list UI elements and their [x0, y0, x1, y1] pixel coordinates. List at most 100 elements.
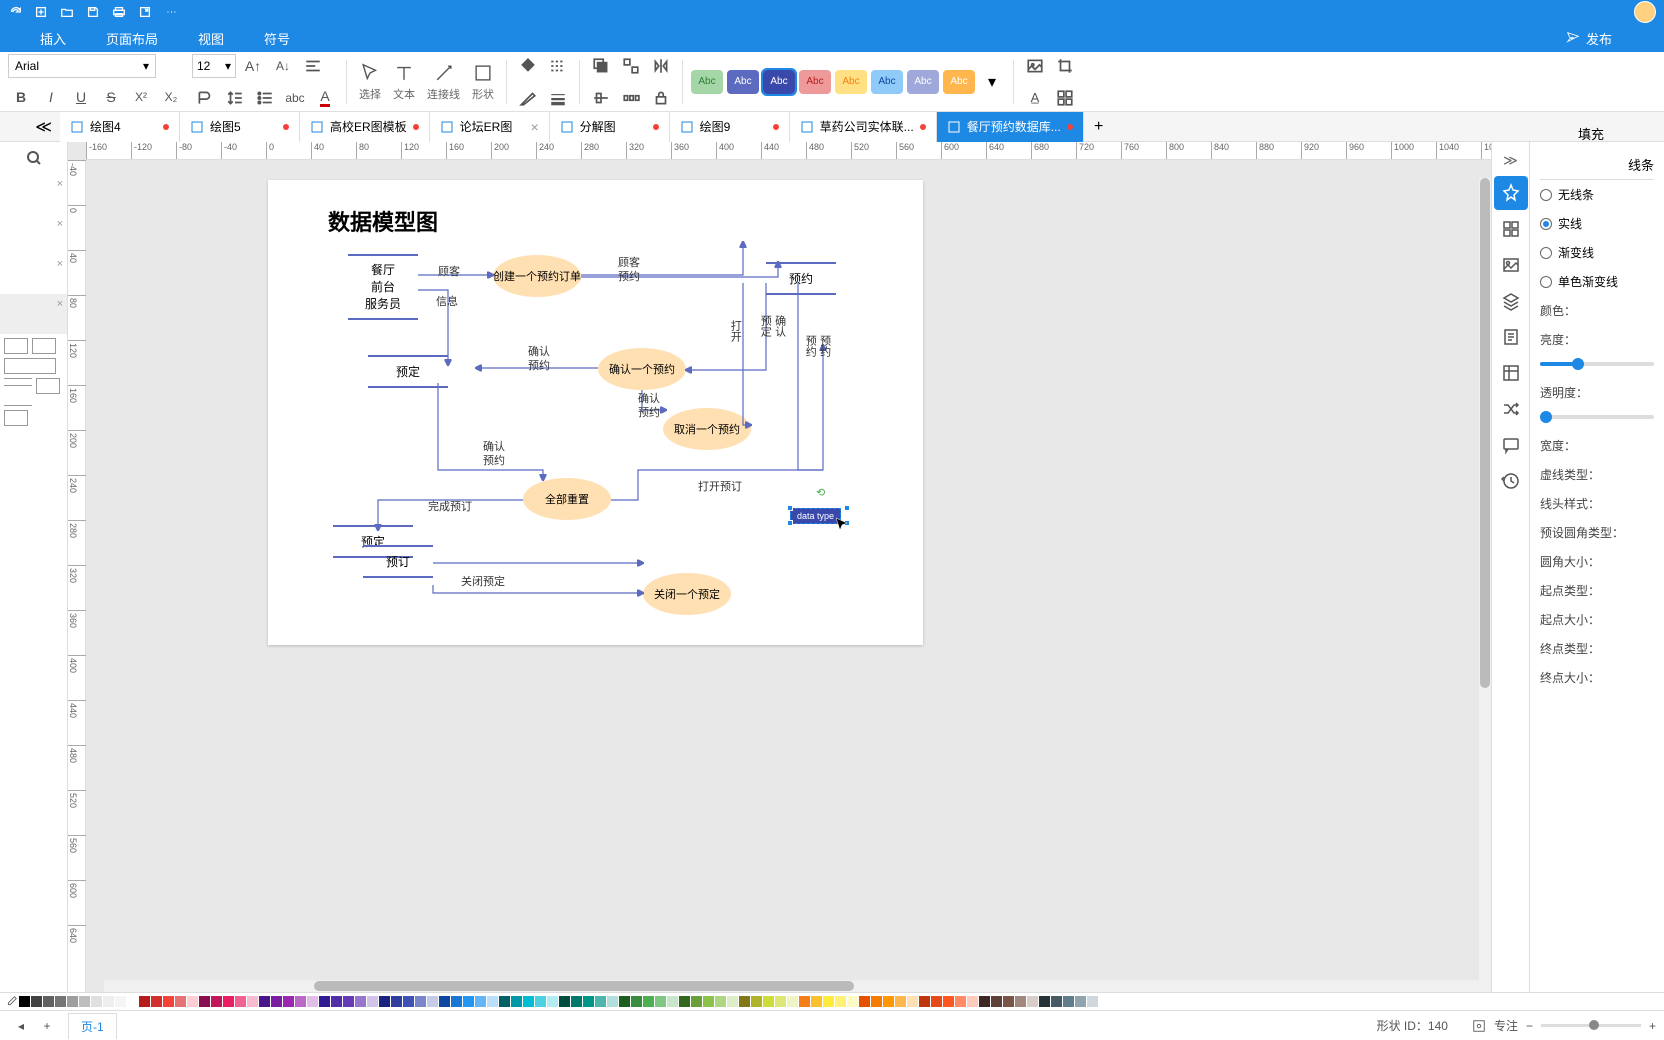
color-swatch[interactable]: [115, 996, 126, 1007]
color-swatch[interactable]: [499, 996, 510, 1007]
color-swatch[interactable]: [967, 996, 978, 1007]
style-swatch[interactable]: Abc: [943, 70, 975, 94]
color-swatch[interactable]: [331, 996, 342, 1007]
color-swatch[interactable]: [559, 996, 570, 1007]
color-swatch[interactable]: [235, 996, 246, 1007]
document-tab[interactable]: 高校ER图模板: [300, 112, 430, 142]
color-swatch[interactable]: [295, 996, 306, 1007]
comment-tool-icon[interactable]: [1494, 428, 1528, 462]
document-tab[interactable]: 论坛ER图×: [430, 112, 550, 142]
layers-tool-icon[interactable]: [1494, 284, 1528, 318]
document-tab[interactable]: 绘图5: [180, 112, 300, 142]
layout-icon[interactable]: [1052, 85, 1078, 111]
shape-rect[interactable]: [4, 358, 56, 374]
color-swatch[interactable]: [1015, 996, 1026, 1007]
color-swatch[interactable]: [403, 996, 414, 1007]
zoom-out-icon[interactable]: −: [1526, 1019, 1533, 1033]
shape-rect[interactable]: [4, 410, 28, 426]
color-swatch[interactable]: [919, 996, 930, 1007]
radio-no-line[interactable]: 无线条: [1540, 180, 1654, 209]
color-swatch[interactable]: [595, 996, 606, 1007]
history-tool-icon[interactable]: [1494, 464, 1528, 498]
color-swatch[interactable]: [631, 996, 642, 1007]
resize-handle[interactable]: [787, 505, 793, 511]
color-swatch[interactable]: [943, 996, 954, 1007]
color-swatch[interactable]: [415, 996, 426, 1007]
image-tool-icon[interactable]: [1494, 248, 1528, 282]
font-color-icon[interactable]: A: [312, 85, 338, 111]
superscript-icon[interactable]: X²: [128, 84, 154, 110]
color-swatch[interactable]: [1039, 996, 1050, 1007]
distribute-icon[interactable]: [618, 85, 644, 111]
color-swatch[interactable]: [151, 996, 162, 1007]
style-swatch[interactable]: Abc: [835, 70, 867, 94]
color-swatch[interactable]: [67, 996, 78, 1007]
add-page-icon[interactable]: +: [34, 1013, 60, 1039]
menu-insert[interactable]: 插入: [40, 29, 66, 48]
color-swatch[interactable]: [355, 996, 366, 1007]
color-swatch[interactable]: [91, 996, 102, 1007]
document-tab[interactable]: 绘图9: [670, 112, 790, 142]
color-swatch[interactable]: [703, 996, 714, 1007]
color-swatch[interactable]: [691, 996, 702, 1007]
expand-panel-icon[interactable]: ≫: [1503, 146, 1518, 174]
color-swatch[interactable]: [139, 996, 150, 1007]
color-swatch[interactable]: [859, 996, 870, 1007]
redo-icon[interactable]: [8, 5, 22, 19]
color-swatch[interactable]: [547, 996, 558, 1007]
color-swatch[interactable]: [583, 996, 594, 1007]
align-objects-icon[interactable]: [588, 85, 614, 111]
select-tool[interactable]: 选择: [355, 62, 385, 102]
color-swatch[interactable]: [211, 996, 222, 1007]
color-swatch[interactable]: [247, 996, 258, 1007]
color-swatch[interactable]: [835, 996, 846, 1007]
color-swatch[interactable]: [679, 996, 690, 1007]
lock-icon[interactable]: [648, 85, 674, 111]
color-swatch[interactable]: [271, 996, 282, 1007]
user-avatar[interactable]: [1634, 1, 1656, 23]
save-icon[interactable]: [86, 5, 100, 19]
zoom-slider[interactable]: [1541, 1024, 1641, 1027]
size-select[interactable]: 12▾: [192, 54, 236, 78]
focus-label[interactable]: 专注: [1494, 1017, 1518, 1034]
color-swatch[interactable]: [511, 996, 522, 1007]
color-swatch[interactable]: [763, 996, 774, 1007]
color-swatch[interactable]: [283, 996, 294, 1007]
color-swatch[interactable]: [931, 996, 942, 1007]
shape-tool[interactable]: 形状: [468, 62, 498, 102]
horizontal-scrollbar[interactable]: [104, 980, 1491, 992]
subscript-icon[interactable]: X₂: [158, 84, 184, 110]
page-tool-icon[interactable]: [1494, 320, 1528, 354]
zoom-in-icon[interactable]: +: [1649, 1019, 1656, 1033]
color-swatch[interactable]: [823, 996, 834, 1007]
export-icon[interactable]: [138, 5, 152, 19]
color-swatch[interactable]: [439, 996, 450, 1007]
selected-shape[interactable]: data type: [790, 508, 841, 524]
prop-tab-line[interactable]: 线条: [1628, 150, 1654, 179]
shape-entity[interactable]: [4, 378, 32, 406]
font-select[interactable]: Arial▾: [8, 54, 156, 78]
color-swatch[interactable]: [1075, 996, 1086, 1007]
style-swatch[interactable]: Abc: [691, 70, 723, 94]
color-swatch[interactable]: [571, 996, 582, 1007]
color-swatch[interactable]: [475, 996, 486, 1007]
radio-solid[interactable]: 实线: [1540, 209, 1654, 238]
menu-symbol[interactable]: 符号: [264, 29, 290, 48]
color-swatch[interactable]: [163, 996, 174, 1007]
resize-handle[interactable]: [844, 520, 850, 526]
format-tool-icon[interactable]: [1494, 176, 1528, 210]
color-swatch[interactable]: [379, 996, 390, 1007]
group-icon[interactable]: [618, 53, 644, 79]
style-swatch[interactable]: Abc: [799, 70, 831, 94]
color-swatch[interactable]: [895, 996, 906, 1007]
color-swatch[interactable]: [907, 996, 918, 1007]
color-swatch[interactable]: [487, 996, 498, 1007]
shuffle-tool-icon[interactable]: [1494, 392, 1528, 426]
radio-mono[interactable]: 单色渐变线: [1540, 267, 1654, 296]
fill-color-icon[interactable]: [515, 53, 541, 79]
color-swatch[interactable]: [19, 996, 30, 1007]
page-tab[interactable]: 页-1: [68, 1013, 117, 1039]
color-swatch[interactable]: [643, 996, 654, 1007]
eyedropper-icon[interactable]: [4, 995, 18, 1009]
shape-rect[interactable]: [4, 338, 28, 354]
